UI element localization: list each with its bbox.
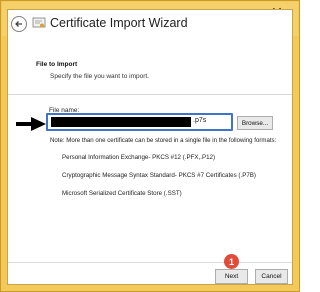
- certificate-icon: [32, 17, 46, 28]
- browse-button[interactable]: Browse...: [237, 116, 273, 130]
- file-name-field[interactable]: .p7s: [46, 113, 233, 131]
- format-item: Personal Information Exchange- PKCS #12 …: [62, 154, 216, 161]
- section-subheading: Specify the file you want to import.: [50, 73, 149, 80]
- file-extension: .p7s: [193, 117, 207, 124]
- divider: [8, 94, 292, 95]
- formats-note: Note: More than one certificate can be s…: [50, 137, 277, 144]
- file-name-input[interactable]: [51, 117, 191, 127]
- back-button[interactable]: [11, 16, 27, 32]
- back-arrow-icon: [15, 21, 22, 27]
- footer-divider: [8, 262, 292, 263]
- annotation-arrow-icon: [16, 117, 46, 131]
- format-item: Microsoft Serialized Certificate Store (…: [62, 190, 182, 197]
- wizard-content: Certificate Import Wizard File to Import…: [7, 9, 293, 285]
- step-number-badge: 1: [224, 254, 239, 269]
- wizard-title: Certificate Import Wizard: [50, 16, 188, 30]
- wizard-window: ✕ Certificate Import Wizard File to Impo…: [0, 0, 300, 292]
- section-heading: File to Import: [36, 61, 78, 68]
- format-item: Cryptographic Message Syntax Standard- P…: [62, 172, 256, 179]
- next-button[interactable]: Next: [215, 269, 248, 284]
- cancel-button[interactable]: Cancel: [255, 269, 288, 284]
